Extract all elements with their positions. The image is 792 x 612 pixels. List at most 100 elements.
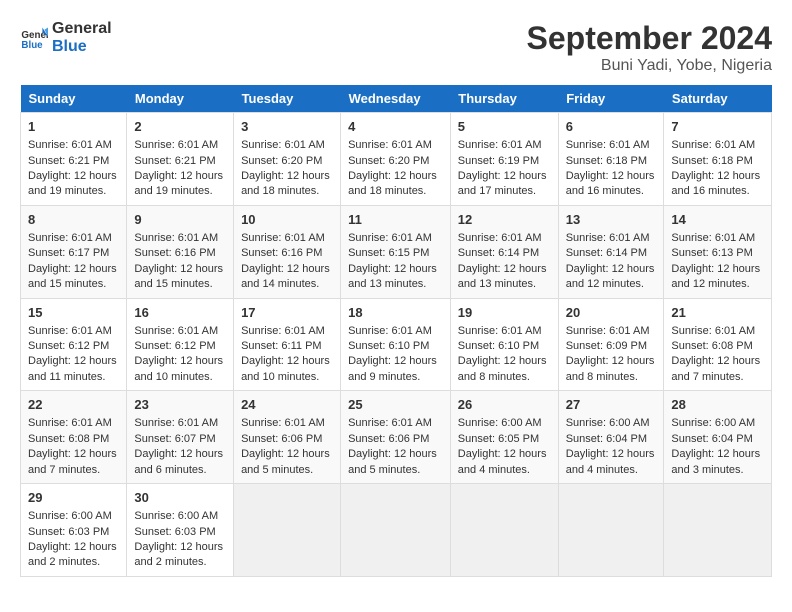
page-subtitle: Buni Yadi, Yobe, Nigeria — [527, 57, 772, 75]
table-row: 20Sunrise: 6:01 AMSunset: 6:09 PMDayligh… — [558, 298, 664, 391]
table-row: 11 Sunrise: 6:01 AMSunset: 6:15 PMDayligh… — [341, 205, 451, 298]
day-info: Sunrise: 6:01 AMSunset: 6:17 PMDaylight:… — [28, 232, 117, 290]
page-header: General Blue General Blue September 2024… — [20, 20, 772, 75]
calendar-week-row: 8Sunrise: 6:01 AMSunset: 6:17 PMDaylight… — [21, 205, 772, 298]
calendar-week-row: 1Sunrise: 6:01 AMSunset: 6:21 PMDaylight… — [21, 113, 772, 206]
table-row: 13 Sunrise: 6:01 AMSunset: 6:14 PMDayligh… — [558, 205, 664, 298]
header-monday: Monday — [127, 85, 234, 113]
day-number: 25 — [348, 396, 443, 414]
day-number: 2 — [134, 118, 226, 136]
table-row — [664, 484, 772, 577]
table-row: 7 Sunrise: 6:01 AMSunset: 6:18 PMDaylight… — [664, 113, 772, 206]
table-row: 22Sunrise: 6:01 AMSunset: 6:08 PMDayligh… — [21, 391, 127, 484]
day-info: Sunrise: 6:01 AMSunset: 6:06 PMDaylight:… — [348, 417, 437, 475]
header-thursday: Thursday — [450, 85, 558, 113]
table-row: 2 Sunrise: 6:01 AMSunset: 6:21 PMDaylight… — [127, 113, 234, 206]
day-number: 21 — [671, 304, 764, 322]
table-row: 12 Sunrise: 6:01 AMSunset: 6:14 PMDayligh… — [450, 205, 558, 298]
day-info: Sunrise: 6:01 AMSunset: 6:18 PMDaylight:… — [566, 139, 655, 197]
table-row: 5Sunrise: 6:01 AMSunset: 6:19 PMDaylight… — [450, 113, 558, 206]
day-number: 9 — [134, 211, 226, 229]
table-row: 14 Sunrise: 6:01 AMSunset: 6:13 PMDayligh… — [664, 205, 772, 298]
day-number: 27 — [566, 396, 657, 414]
day-number: 11 — [348, 211, 443, 229]
day-info: Sunrise: 6:01 AMSunset: 6:14 PMDaylight:… — [566, 232, 655, 290]
table-row: 19Sunrise: 6:01 AMSunset: 6:10 PMDayligh… — [450, 298, 558, 391]
logo-text-line2: Blue — [52, 38, 112, 56]
day-info: Sunrise: 6:00 AMSunset: 6:03 PMDaylight:… — [28, 510, 117, 568]
day-number: 23 — [134, 396, 226, 414]
day-info: Sunrise: 6:01 AMSunset: 6:14 PMDaylight:… — [458, 232, 547, 290]
table-row: 21 Sunrise: 6:01 AMSunset: 6:08 PMDayligh… — [664, 298, 772, 391]
header-wednesday: Wednesday — [341, 85, 451, 113]
header-saturday: Saturday — [664, 85, 772, 113]
day-number: 19 — [458, 304, 551, 322]
day-info: Sunrise: 6:01 AMSunset: 6:06 PMDaylight:… — [241, 417, 330, 475]
day-number: 28 — [671, 396, 764, 414]
table-row: 23 Sunrise: 6:01 AMSunset: 6:07 PMDayligh… — [127, 391, 234, 484]
table-row — [450, 484, 558, 577]
day-number: 12 — [458, 211, 551, 229]
logo: General Blue General Blue — [20, 20, 112, 55]
day-number: 16 — [134, 304, 226, 322]
day-number: 14 — [671, 211, 764, 229]
page-title: September 2024 — [527, 20, 772, 57]
day-info: Sunrise: 6:01 AMSunset: 6:16 PMDaylight:… — [134, 232, 223, 290]
day-info: Sunrise: 6:01 AMSunset: 6:10 PMDaylight:… — [348, 325, 437, 383]
day-info: Sunrise: 6:01 AMSunset: 6:20 PMDaylight:… — [348, 139, 437, 197]
table-row — [341, 484, 451, 577]
svg-text:Blue: Blue — [21, 39, 43, 50]
day-number: 26 — [458, 396, 551, 414]
day-number: 13 — [566, 211, 657, 229]
table-row: 29 Sunrise: 6:00 AMSunset: 6:03 PMDayligh… — [21, 484, 127, 577]
table-row — [558, 484, 664, 577]
day-number: 10 — [241, 211, 333, 229]
day-info: Sunrise: 6:01 AMSunset: 6:07 PMDaylight:… — [134, 417, 223, 475]
table-row — [234, 484, 341, 577]
table-row: 4Sunrise: 6:01 AMSunset: 6:20 PMDaylight… — [341, 113, 451, 206]
calendar-table: Sunday Monday Tuesday Wednesday Thursday… — [20, 85, 772, 577]
day-number: 3 — [241, 118, 333, 136]
day-info: Sunrise: 6:01 AMSunset: 6:18 PMDaylight:… — [671, 139, 760, 197]
table-row: 15 Sunrise: 6:01 AMSunset: 6:12 PMDayligh… — [21, 298, 127, 391]
table-row: 17 Sunrise: 6:01 AMSunset: 6:11 PMDayligh… — [234, 298, 341, 391]
day-number: 7 — [671, 118, 764, 136]
day-info: Sunrise: 6:00 AMSunset: 6:04 PMDaylight:… — [566, 417, 655, 475]
day-info: Sunrise: 6:01 AMSunset: 6:11 PMDaylight:… — [241, 325, 330, 383]
table-row: 8Sunrise: 6:01 AMSunset: 6:17 PMDaylight… — [21, 205, 127, 298]
table-row: 3Sunrise: 6:01 AMSunset: 6:20 PMDaylight… — [234, 113, 341, 206]
day-number: 20 — [566, 304, 657, 322]
header-sunday: Sunday — [21, 85, 127, 113]
day-info: Sunrise: 6:01 AMSunset: 6:12 PMDaylight:… — [28, 325, 117, 383]
day-number: 17 — [241, 304, 333, 322]
day-info: Sunrise: 6:00 AMSunset: 6:04 PMDaylight:… — [671, 417, 760, 475]
day-info: Sunrise: 6:01 AMSunset: 6:13 PMDaylight:… — [671, 232, 760, 290]
day-info: Sunrise: 6:01 AMSunset: 6:21 PMDaylight:… — [28, 139, 117, 197]
day-number: 18 — [348, 304, 443, 322]
day-info: Sunrise: 6:01 AMSunset: 6:21 PMDaylight:… — [134, 139, 223, 197]
day-info: Sunrise: 6:01 AMSunset: 6:19 PMDaylight:… — [458, 139, 547, 197]
day-info: Sunrise: 6:00 AMSunset: 6:05 PMDaylight:… — [458, 417, 547, 475]
table-row: 25 Sunrise: 6:01 AMSunset: 6:06 PMDayligh… — [341, 391, 451, 484]
day-number: 29 — [28, 489, 119, 507]
table-row: 6 Sunrise: 6:01 AMSunset: 6:18 PMDaylight… — [558, 113, 664, 206]
day-number: 15 — [28, 304, 119, 322]
header-friday: Friday — [558, 85, 664, 113]
day-info: Sunrise: 6:01 AMSunset: 6:16 PMDaylight:… — [241, 232, 330, 290]
calendar-header-row: Sunday Monday Tuesday Wednesday Thursday… — [21, 85, 772, 113]
day-info: Sunrise: 6:01 AMSunset: 6:08 PMDaylight:… — [671, 325, 760, 383]
table-row: 26 Sunrise: 6:00 AMSunset: 6:05 PMDayligh… — [450, 391, 558, 484]
day-number: 30 — [134, 489, 226, 507]
table-row: 24 Sunrise: 6:01 AMSunset: 6:06 PMDayligh… — [234, 391, 341, 484]
table-row: 30 Sunrise: 6:00 AMSunset: 6:03 PMDayligh… — [127, 484, 234, 577]
calendar-week-row: 22Sunrise: 6:01 AMSunset: 6:08 PMDayligh… — [21, 391, 772, 484]
day-info: Sunrise: 6:01 AMSunset: 6:15 PMDaylight:… — [348, 232, 437, 290]
day-number: 24 — [241, 396, 333, 414]
logo-text-line1: General — [52, 20, 112, 38]
day-number: 6 — [566, 118, 657, 136]
header-tuesday: Tuesday — [234, 85, 341, 113]
day-info: Sunrise: 6:01 AMSunset: 6:08 PMDaylight:… — [28, 417, 117, 475]
calendar-week-row: 29 Sunrise: 6:00 AMSunset: 6:03 PMDayligh… — [21, 484, 772, 577]
table-row: 1Sunrise: 6:01 AMSunset: 6:21 PMDaylight… — [21, 113, 127, 206]
day-info: Sunrise: 6:00 AMSunset: 6:03 PMDaylight:… — [134, 510, 223, 568]
